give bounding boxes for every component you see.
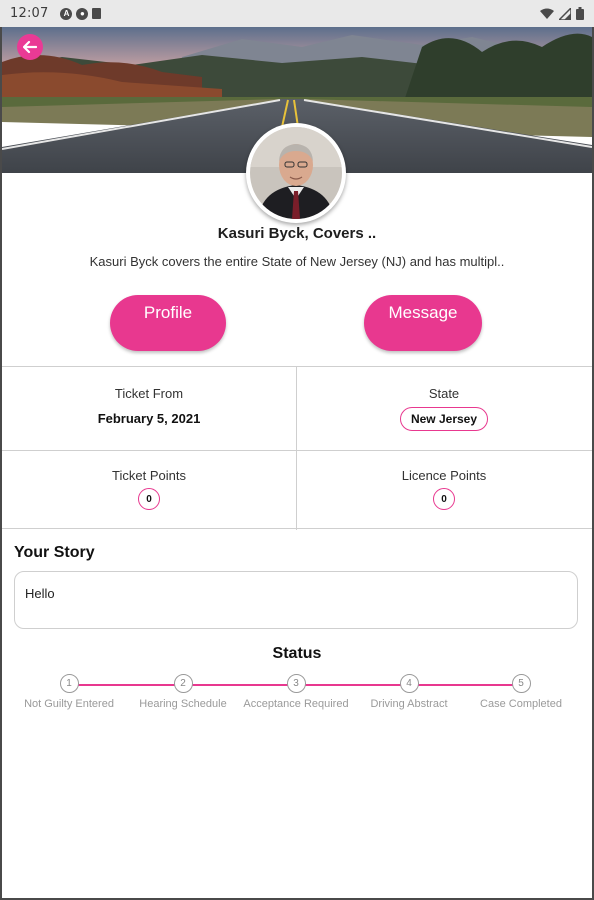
step-number: 5 bbox=[511, 674, 531, 693]
arrow-left-icon bbox=[23, 40, 37, 54]
system-icons bbox=[540, 7, 584, 20]
status-step: 1 Not Guilty Entered bbox=[9, 674, 129, 710]
ticket-from-value: February 5, 2021 bbox=[97, 411, 201, 426]
signal-icon bbox=[559, 7, 571, 20]
sim-card-icon bbox=[92, 8, 102, 19]
profile-photo bbox=[250, 127, 342, 219]
step-label: Hearing Schedule bbox=[139, 698, 227, 710]
avatar bbox=[246, 123, 346, 223]
status-step: 3 Acceptance Required bbox=[236, 674, 356, 710]
licence-points-cell: Licence Points 0 bbox=[297, 468, 591, 510]
step-number: 3 bbox=[286, 674, 306, 693]
clock: 12:07 bbox=[10, 6, 49, 21]
system-status-bar: 12:07 A ● bbox=[0, 0, 594, 27]
battery-icon bbox=[576, 7, 584, 20]
back-button[interactable] bbox=[17, 34, 43, 60]
wifi-icon bbox=[540, 8, 554, 19]
story-title: Your Story bbox=[14, 544, 95, 561]
step-number: 2 bbox=[173, 674, 193, 693]
status-step: 5 Case Completed bbox=[461, 674, 581, 710]
step-label: Driving Abstract bbox=[370, 698, 448, 710]
profile-name: Kasuri Byck, Covers .. bbox=[217, 225, 377, 242]
step-label: Case Completed bbox=[480, 698, 562, 710]
ticket-from-label: Ticket From bbox=[114, 386, 184, 401]
ticket-points-label: Ticket Points bbox=[112, 468, 186, 483]
ticket-details-grid: Ticket From February 5, 2021 State New J… bbox=[2, 366, 592, 530]
notification-icons: A ● bbox=[60, 7, 102, 20]
step-number: 4 bbox=[399, 674, 419, 693]
story-text-field[interactable]: Hello bbox=[14, 571, 578, 629]
ticket-points-badge: 0 bbox=[138, 488, 160, 510]
step-label: Not Guilty Entered bbox=[24, 698, 114, 710]
state-label: State bbox=[428, 386, 460, 401]
step-label: Acceptance Required bbox=[243, 698, 349, 710]
status-stepper: 1 Not Guilty Entered 2 Hearing Schedule … bbox=[0, 674, 594, 714]
licence-points-badge: 0 bbox=[433, 488, 455, 510]
state-badge: New Jersey bbox=[399, 407, 489, 431]
profile-button[interactable]: Profile bbox=[110, 295, 226, 351]
divider bbox=[2, 450, 592, 451]
a-icon: A bbox=[60, 7, 73, 20]
status-step: 4 Driving Abstract bbox=[349, 674, 469, 710]
licence-points-label: Licence Points bbox=[401, 468, 487, 483]
step-number: 1 bbox=[59, 674, 79, 693]
ticket-from-cell: Ticket From February 5, 2021 bbox=[2, 386, 296, 426]
profile-bio: Kasuri Byck covers the entire State of N… bbox=[89, 254, 505, 269]
message-button[interactable]: Message bbox=[364, 295, 482, 351]
status-step: 2 Hearing Schedule bbox=[123, 674, 243, 710]
state-cell: State New Jersey bbox=[297, 386, 591, 431]
circle-icon: ● bbox=[76, 7, 89, 20]
ticket-points-cell: Ticket Points 0 bbox=[2, 468, 296, 510]
status-title: Status bbox=[272, 645, 322, 662]
